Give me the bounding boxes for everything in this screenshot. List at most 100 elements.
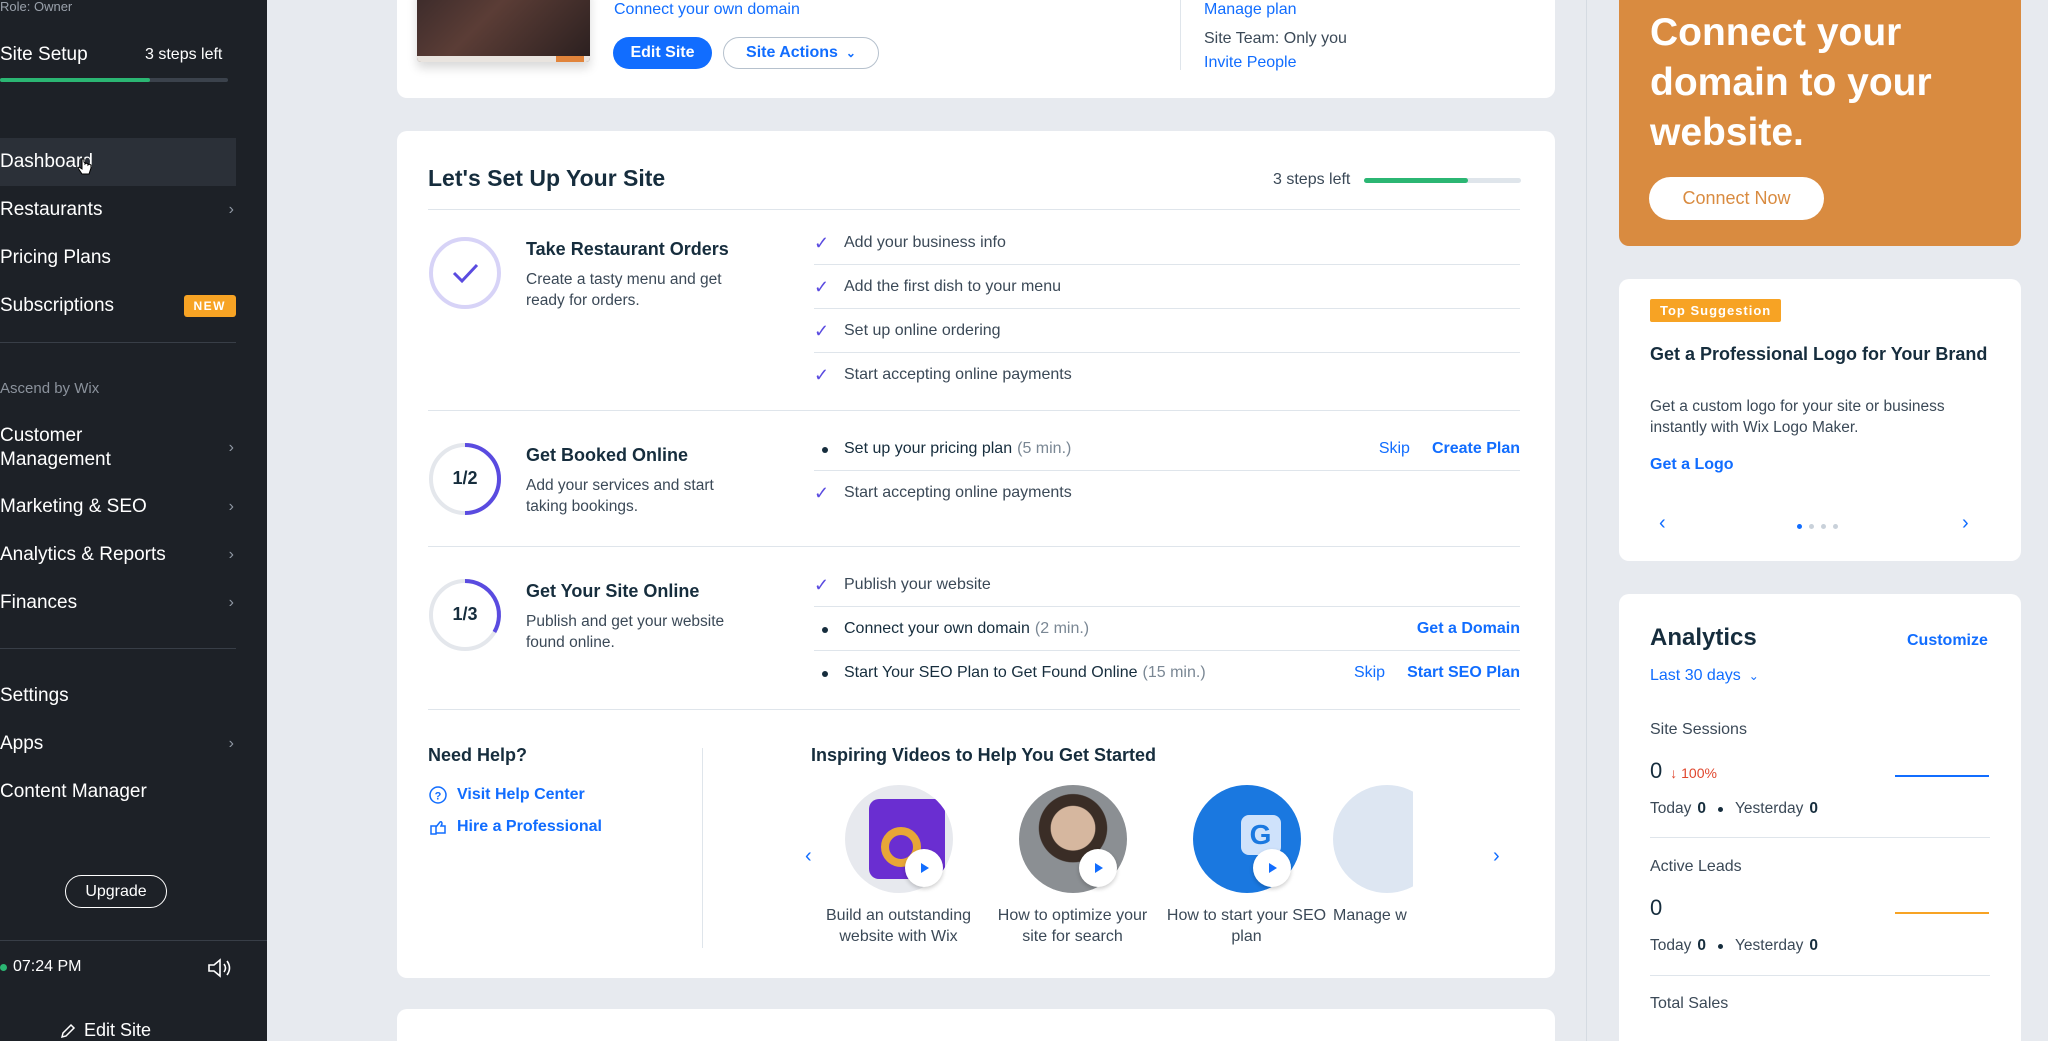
svg-text:?: ? bbox=[435, 791, 442, 803]
suggestion-description: Get a custom logo for your site or busin… bbox=[1650, 398, 1945, 436]
skip-button[interactable]: Skip bbox=[1354, 664, 1385, 682]
task-item[interactable]: ✓ Add your business info bbox=[814, 221, 1520, 265]
create-plan-button[interactable]: Create Plan bbox=[1432, 440, 1520, 458]
site-actions-label: Site Actions bbox=[746, 44, 838, 61]
sidebar-item-label: Content Manager bbox=[0, 781, 147, 802]
chevron-right-icon[interactable]: › bbox=[1493, 845, 1500, 868]
setup-progress-fill bbox=[1364, 178, 1468, 183]
analytics-title: Analytics bbox=[1650, 624, 1757, 651]
video-card[interactable]: Manage w bbox=[1333, 785, 1413, 926]
task-item[interactable]: Set up your pricing plan (5 min.) Skip C… bbox=[814, 427, 1520, 471]
sidebar-section-ascend: Ascend by Wix bbox=[0, 380, 100, 397]
get-logo-link[interactable]: Get a Logo bbox=[1650, 456, 1734, 474]
check-icon: ✓ bbox=[814, 232, 830, 253]
customize-link[interactable]: Customize bbox=[1907, 632, 1988, 650]
video-card[interactable]: How to optimize your site for search bbox=[985, 785, 1160, 947]
hire-professional-link[interactable]: Hire a Professional bbox=[428, 817, 602, 837]
edit-site-link[interactable]: Edit Site bbox=[60, 1020, 151, 1041]
carousel-dot[interactable] bbox=[1797, 524, 1802, 529]
task-item[interactable]: ✓ Start accepting online payments bbox=[814, 471, 1520, 515]
task-duration: (2 min.) bbox=[1034, 620, 1090, 637]
sidebar-item-apps[interactable]: Apps › bbox=[0, 720, 236, 768]
edit-site-button[interactable]: Edit Site bbox=[613, 37, 712, 69]
sidebar: Role: Owner Site Setup 3 steps left Dash… bbox=[0, 0, 267, 1041]
site-setup-title[interactable]: Site Setup bbox=[0, 44, 88, 66]
chevron-left-icon[interactable]: ‹ bbox=[1659, 512, 1666, 535]
video-thumbnail bbox=[1333, 785, 1413, 893]
sidebar-divider bbox=[0, 940, 267, 941]
sidebar-item-subscriptions[interactable]: Subscriptions NEW bbox=[0, 282, 236, 330]
carousel-dot[interactable] bbox=[1833, 524, 1838, 529]
invite-people-link[interactable]: Invite People bbox=[1204, 54, 1297, 72]
task-item[interactable]: Connect your own domain (2 min.) Get a D… bbox=[814, 607, 1520, 651]
video-card[interactable]: Build an outstanding website with Wix bbox=[811, 785, 986, 947]
site-thumbnail[interactable] bbox=[417, 0, 590, 62]
task-duration: (5 min.) bbox=[1017, 440, 1072, 457]
edit-site-label: Edit Site bbox=[84, 1020, 152, 1040]
get-domain-button[interactable]: Get a Domain bbox=[1417, 620, 1520, 638]
task-item[interactable]: ✓ Add the first dish to your menu bbox=[814, 265, 1520, 309]
upgrade-button[interactable]: Upgrade bbox=[65, 875, 167, 908]
connect-now-button[interactable]: Connect Now bbox=[1649, 177, 1824, 220]
sidebar-item-content-manager[interactable]: Content Manager bbox=[0, 768, 236, 816]
metric-label: Total Sales bbox=[1650, 995, 1729, 1012]
date-range-dropdown[interactable]: Last 30 days ⌄ bbox=[1650, 667, 1759, 685]
sidebar-item-dashboard[interactable]: Dashboard bbox=[0, 138, 236, 186]
divider bbox=[1650, 837, 1990, 838]
steps-left-label: 3 steps left bbox=[1273, 171, 1351, 188]
sidebar-item-settings[interactable]: Settings bbox=[0, 672, 236, 720]
skip-button[interactable]: Skip bbox=[1379, 440, 1410, 458]
chevron-right-icon: › bbox=[228, 594, 234, 611]
new-badge: NEW bbox=[183, 295, 236, 317]
task-item[interactable]: Start Your SEO Plan to Get Found Online … bbox=[814, 651, 1520, 695]
sidebar-item-finances[interactable]: Finances › bbox=[0, 579, 236, 627]
video-card[interactable]: G How to start your SEO plan bbox=[1159, 785, 1334, 947]
separator-dot bbox=[1718, 943, 1723, 949]
top-suggestion-badge: Top Suggestion bbox=[1650, 299, 1782, 322]
video-caption: How to start your SEO plan bbox=[1166, 907, 1327, 945]
role-label: Role: Owner bbox=[0, 0, 73, 14]
visit-help-center-link[interactable]: ? Visit Help Center bbox=[428, 785, 585, 805]
metric-number: 0 bbox=[1650, 758, 1663, 783]
sidebar-item-label: Settings bbox=[0, 685, 69, 706]
metric-breakdown: Today 0 Yesterday 0 bbox=[1650, 800, 1818, 818]
chevron-right-icon: › bbox=[228, 201, 234, 218]
manage-plan-link[interactable]: Manage plan bbox=[1204, 1, 1297, 19]
play-icon[interactable] bbox=[1079, 849, 1117, 887]
task-item[interactable]: ✓ Publish your website bbox=[814, 563, 1520, 607]
connect-domain-link[interactable]: Connect your own domain bbox=[614, 1, 800, 19]
task-item[interactable]: ✓ Set up online ordering bbox=[814, 309, 1520, 353]
chevron-right-icon: › bbox=[228, 735, 234, 752]
divider bbox=[1650, 975, 1990, 976]
section-description: Add your services and start taking booki… bbox=[526, 477, 714, 515]
section-title: Take Restaurant Orders bbox=[526, 239, 729, 259]
sidebar-item-restaurants[interactable]: Restaurants › bbox=[0, 186, 236, 234]
carousel-dot[interactable] bbox=[1809, 524, 1814, 529]
mouse-cursor-icon bbox=[78, 158, 92, 175]
separator-dot bbox=[1718, 806, 1723, 812]
task-label: Add your business info bbox=[844, 234, 1006, 251]
sidebar-item-label: Finances bbox=[0, 592, 78, 613]
task-item[interactable]: ✓ Start accepting online payments bbox=[814, 353, 1520, 397]
carousel-dot[interactable] bbox=[1821, 524, 1826, 529]
sidebar-item-label: Apps bbox=[0, 733, 44, 754]
yesterday-value: 0 bbox=[1809, 800, 1818, 817]
task-label: Start accepting online payments bbox=[844, 484, 1072, 501]
sidebar-item-pricing-plans[interactable]: Pricing Plans bbox=[0, 234, 236, 282]
status-time: 07:24 PM bbox=[0, 958, 81, 976]
play-icon[interactable] bbox=[905, 849, 943, 887]
play-icon[interactable] bbox=[1253, 849, 1291, 887]
speaker-icon[interactable] bbox=[206, 957, 232, 979]
task-actions: Get a Domain bbox=[1417, 620, 1520, 638]
chevron-down-icon: ⌄ bbox=[1748, 669, 1759, 683]
divider bbox=[1586, 0, 1587, 1041]
chevron-right-icon[interactable]: › bbox=[1962, 512, 1969, 535]
sidebar-item-analytics-reports[interactable]: Analytics & Reports › bbox=[0, 531, 236, 579]
sidebar-item-marketing-seo[interactable]: Marketing & SEO › bbox=[0, 483, 236, 531]
site-actions-button[interactable]: Site Actions ⌄ bbox=[723, 37, 879, 69]
metric-label: Active Leads bbox=[1650, 858, 1742, 875]
section-title: Get Booked Online bbox=[526, 445, 689, 465]
sidebar-item-customer-management[interactable]: Customer Management › bbox=[0, 420, 236, 476]
suggestion-title: Get a Professional Logo for Your Brand bbox=[1650, 344, 1988, 364]
start-seo-plan-button[interactable]: Start SEO Plan bbox=[1407, 664, 1520, 682]
